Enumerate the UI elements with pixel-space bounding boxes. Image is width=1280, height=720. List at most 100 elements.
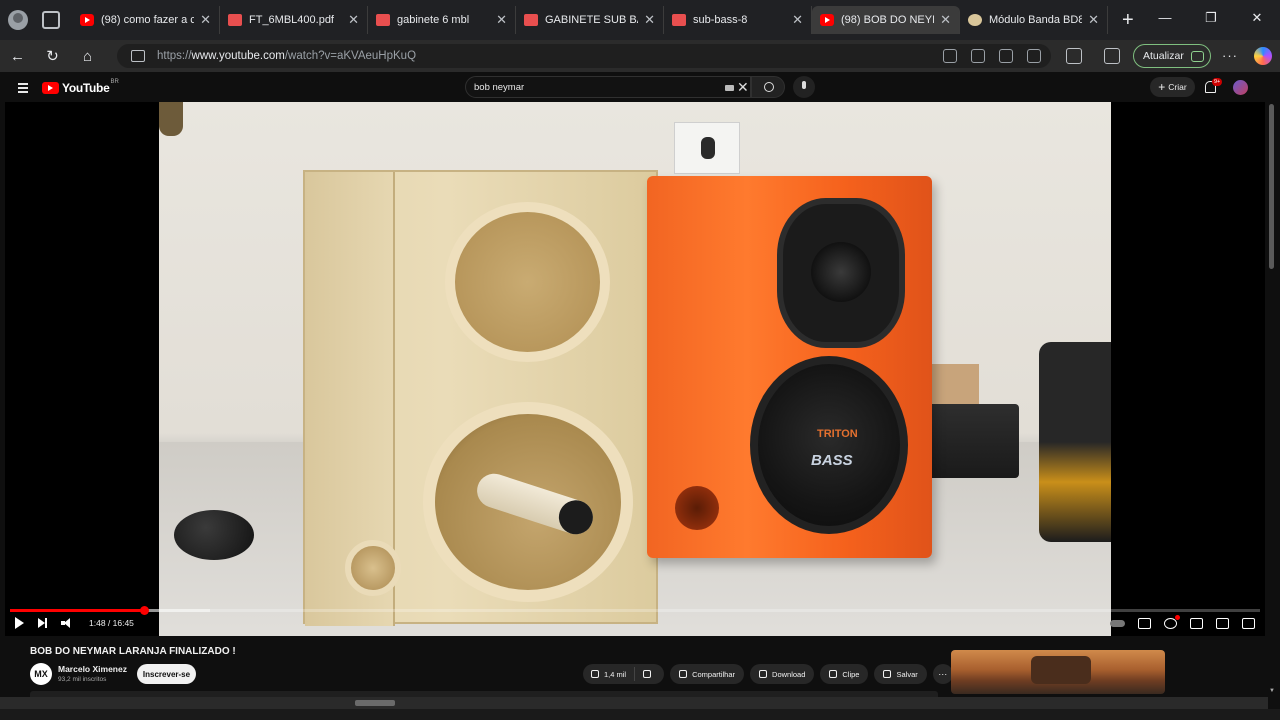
close-icon[interactable]: ✕ [200, 12, 211, 28]
video-actions: 1,4 mil Compartilhar Download Clipe Salv… [583, 664, 953, 684]
new-tab-button[interactable]: + [1122, 9, 1134, 32]
channel-avatar[interactable]: MX [30, 663, 52, 685]
clip-label: Clipe [842, 669, 860, 679]
update-button[interactable]: Atualizar [1133, 44, 1211, 68]
youtube-header: YouTube BR bob neymar ✕ + Criar 9+ [0, 72, 1280, 102]
profile-icon[interactable] [8, 10, 28, 30]
theater-mode-icon[interactable] [1216, 618, 1229, 629]
close-icon[interactable]: ✕ [940, 12, 951, 28]
back-button[interactable]: ← [0, 48, 35, 65]
tab-4[interactable]: sub-bass-8 ✕ [664, 6, 812, 34]
download-button[interactable]: Download [750, 664, 815, 684]
taskbar [0, 709, 1280, 720]
zoom-icon[interactable] [971, 49, 985, 63]
youtube-icon [820, 14, 834, 26]
tab-label: GABINETE SUB BASS 8 [545, 14, 638, 26]
plywood-speaker-box [303, 170, 658, 626]
url-prefix: https:// [157, 50, 192, 62]
close-window-button[interactable]: ✕ [1234, 10, 1280, 26]
play-icon[interactable] [15, 617, 24, 629]
close-icon[interactable]: ✕ [792, 12, 803, 28]
progress-bar[interactable] [10, 606, 1260, 615]
save-button[interactable]: Salvar [874, 664, 927, 684]
tab-0[interactable]: (98) como fazer a caixa ✕ [72, 6, 220, 34]
url-text[interactable]: https://www.youtube.com/watch?v=aKVAeuHp… [157, 50, 416, 62]
horizontal-scrollbar[interactable] [0, 697, 1268, 709]
subscribe-button[interactable]: Inscrever-se [137, 664, 196, 684]
home-button[interactable]: ⌂ [70, 48, 105, 65]
tab-label: (98) como fazer a caixa [101, 14, 195, 26]
autoplay-toggle[interactable] [1110, 620, 1125, 627]
player-controls-right [1110, 615, 1255, 629]
close-icon[interactable]: ✕ [644, 12, 655, 28]
settings-more-icon[interactable]: ··· [1222, 48, 1238, 63]
download-icon [759, 670, 768, 678]
account-avatar[interactable] [1233, 80, 1248, 95]
voice-search-icon[interactable] [793, 76, 815, 98]
subtitles-icon[interactable] [1138, 618, 1151, 629]
share-label: Compartilhar [692, 669, 736, 679]
scroll-down-icon[interactable]: ▼ [1269, 688, 1275, 694]
read-aloud-icon[interactable] [999, 49, 1013, 63]
tab-2[interactable]: gabinete 6 mbl ✕ [368, 6, 516, 34]
tab-label: sub-bass-8 [693, 14, 748, 26]
close-icon[interactable]: ✕ [496, 12, 507, 28]
youtube-logo[interactable]: YouTube BR [42, 79, 119, 95]
workspaces-icon[interactable] [42, 11, 60, 29]
minimize-button[interactable]: — [1142, 10, 1188, 26]
dislike-button[interactable] [635, 670, 664, 678]
subwoofer-speaker [750, 356, 908, 534]
address-bar[interactable]: https://www.youtube.com/watch?v=aKVAeuHp… [117, 44, 1051, 68]
share-icon [679, 670, 688, 678]
vertical-scroll-thumb[interactable] [1269, 104, 1274, 269]
reload-button[interactable]: ↻ [35, 47, 70, 65]
vertical-scrollbar[interactable]: ▼ [1268, 102, 1276, 694]
keyboard-icon[interactable] [725, 85, 734, 91]
clear-search-icon[interactable]: ✕ [737, 79, 749, 96]
like-button[interactable]: 1,4 mil [583, 667, 636, 681]
favorite-star-icon[interactable] [1027, 49, 1041, 63]
extensions-icon[interactable] [1066, 48, 1082, 64]
download-label: Download [772, 669, 806, 679]
close-icon[interactable]: ✕ [1088, 12, 1099, 28]
fullscreen-icon[interactable] [1242, 618, 1255, 629]
player-controls-left: 1:48 / 16:45 [15, 617, 134, 629]
clip-button[interactable]: Clipe [820, 664, 869, 684]
speaker-brand: TRITON [817, 428, 858, 440]
channel-name[interactable]: Marcelo Ximenez [58, 664, 127, 674]
settings-gear-icon[interactable] [1164, 615, 1180, 629]
midrange-speaker [777, 198, 905, 348]
scrubber-handle[interactable] [140, 606, 150, 615]
app-available-icon[interactable] [943, 49, 957, 63]
menu-icon[interactable] [18, 83, 28, 95]
copilot-icon[interactable] [1254, 47, 1272, 65]
create-button[interactable]: + Criar [1150, 77, 1195, 97]
site-info-icon[interactable] [131, 50, 145, 62]
save-label: Salvar [896, 669, 918, 679]
tab-3[interactable]: GABINETE SUB BASS 8 ✕ [516, 6, 664, 34]
share-button[interactable]: Compartilhar [670, 664, 745, 684]
close-icon[interactable]: ✕ [348, 12, 359, 28]
search-input[interactable]: bob neymar ✕ [465, 76, 751, 98]
volume-icon[interactable] [61, 618, 75, 628]
bookmark-icon [883, 670, 892, 678]
favorites-icon[interactable] [1104, 48, 1120, 64]
restore-button[interactable]: ❐ [1188, 10, 1234, 26]
horizontal-scroll-thumb[interactable] [355, 700, 395, 706]
recommended-video-thumbnail[interactable] [951, 650, 1165, 694]
next-icon[interactable] [38, 618, 47, 628]
pdf-icon [672, 14, 686, 26]
wall-socket [674, 122, 740, 174]
search-button[interactable] [751, 76, 785, 98]
youtube-icon [80, 14, 94, 26]
video-frame[interactable]: TRITON BASS [159, 102, 1111, 636]
thumbs-down-icon [643, 670, 652, 678]
tab-1[interactable]: FT_6MBL400.pdf ✕ [220, 6, 368, 34]
tab-6[interactable]: Módulo Banda BD800 ✕ [960, 6, 1108, 34]
miniplayer-icon[interactable] [1190, 618, 1203, 629]
more-actions-button[interactable]: ··· [932, 664, 953, 684]
search-query[interactable]: bob neymar [474, 82, 524, 93]
video-player[interactable]: TRITON BASS 1:48 / 16:45 [5, 102, 1265, 636]
browser-toolbar: ← ↻ ⌂ https://www.youtube.com/watch?v=aK… [0, 40, 1280, 72]
tab-5-active[interactable]: (98) BOB DO NEYMAR ✕ [812, 6, 960, 34]
